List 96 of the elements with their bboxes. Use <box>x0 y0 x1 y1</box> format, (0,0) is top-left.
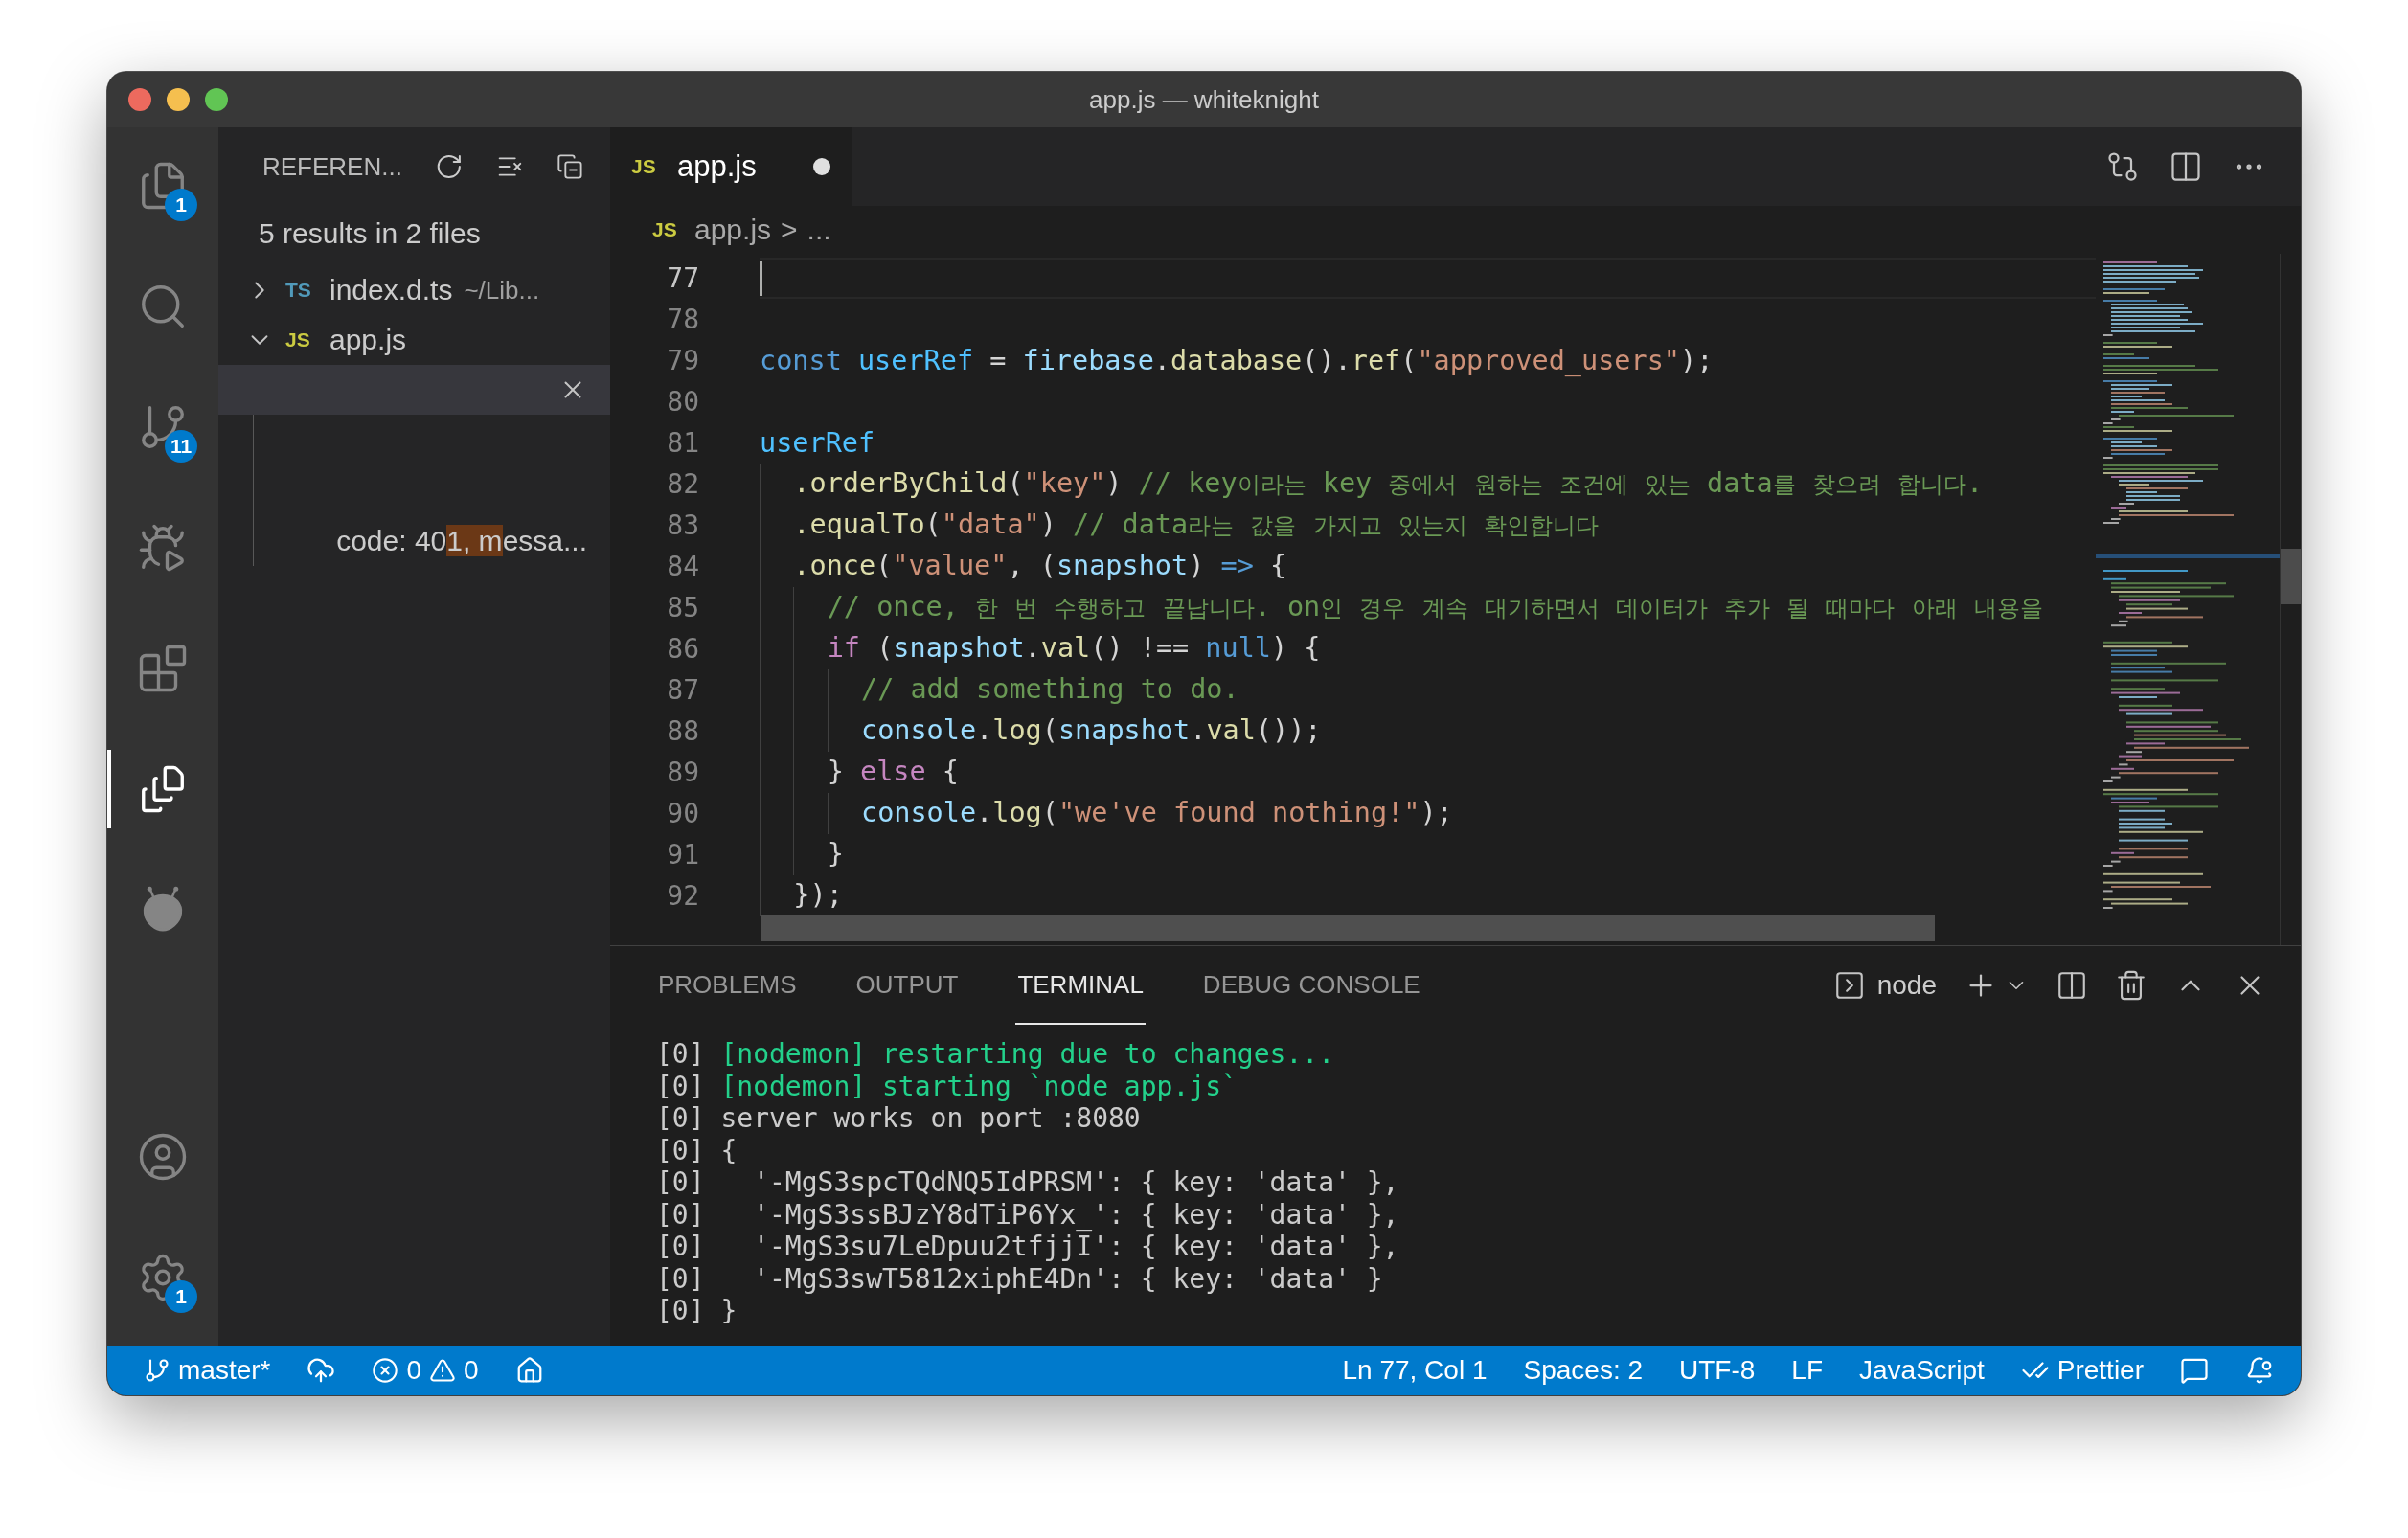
status-item[interactable]: LF <box>1791 1355 1824 1386</box>
line-number: 81 <box>666 427 699 459</box>
breadcrumb-item[interactable]: ... <box>806 214 831 246</box>
terminal-name[interactable]: node <box>1876 970 1937 1001</box>
branch-icon <box>144 1357 170 1384</box>
file-path: ~/Lib... <box>464 275 540 305</box>
error-icon <box>372 1357 399 1384</box>
terminal-line: [0] '-MgS3su7LeDpuu2tfjjI': { key: 'data' }, <box>656 1231 1400 1263</box>
reference-item[interactable]: code: 401, messa... <box>218 516 610 566</box>
count-badge: 1 <box>165 1280 197 1313</box>
line-number: 78 <box>666 304 699 335</box>
text-cursor <box>760 260 762 296</box>
close-window-button[interactable] <box>128 88 151 111</box>
file-type-label: TS <box>285 279 312 302</box>
line-number: 92 <box>666 880 699 912</box>
cloud-upload-icon[interactable] <box>307 1356 336 1385</box>
code-line: userRef <box>760 427 875 459</box>
minimize-window-button[interactable] <box>167 88 190 111</box>
terminal-line: [0] } <box>656 1295 738 1327</box>
code-line: // once, 한 번 수행하고 끝납니다. on인 경우 계속 대기하면서 데이터가 추가 될 때마다 아래 내용을 <box>760 587 2043 628</box>
file-name: index.d.ts <box>329 274 453 306</box>
branch-status[interactable]: master* <box>144 1355 271 1386</box>
panel-title: REFEREN... <box>262 151 402 182</box>
status-item[interactable]: Prettier <box>2020 1355 2144 1386</box>
status-text: Prettier <box>2056 1355 2144 1386</box>
line-number: 83 <box>666 509 699 541</box>
zoom-window-button[interactable] <box>205 88 228 111</box>
code-line: if (snapshot.val() !== null) { <box>760 628 1321 669</box>
line-number: 79 <box>666 345 699 376</box>
activity-bar-item[interactable]: 1 <box>107 1238 218 1317</box>
file-tree-item[interactable]: TS index.d.ts ~/Lib... <box>218 265 610 315</box>
line-number: 77 <box>666 262 699 294</box>
count-badge: 1 <box>165 189 197 221</box>
code-line: console.log(snapshot.val()); <box>760 711 1322 752</box>
line-number: 85 <box>666 592 699 623</box>
panel-tab[interactable]: TERMINAL <box>1015 946 1146 1025</box>
error-count: 0 <box>406 1355 422 1386</box>
line-number: 87 <box>666 674 699 706</box>
scrollbar-thumb[interactable] <box>2281 549 2301 604</box>
line-number: 88 <box>666 715 699 747</box>
code-line: // add something to do. <box>760 669 1239 711</box>
window-title: app.js — whiteknight <box>1089 84 1319 115</box>
status-item[interactable]: Spaces: 2 <box>1523 1355 1643 1386</box>
compare-icon[interactable] <box>2105 149 2140 184</box>
feedback-icon[interactable] <box>2180 1356 2209 1385</box>
warning-icon <box>429 1357 457 1384</box>
split-editor-icon[interactable] <box>2169 149 2203 184</box>
code-line: }); <box>760 875 843 916</box>
terminal-line: [0] '-MgS3ssBJzY8dTiP6Yx_': { key: 'data' }, <box>656 1198 1400 1231</box>
account-icon <box>137 1131 189 1183</box>
line-number: 82 <box>666 468 699 500</box>
bell-icon[interactable] <box>2245 1356 2274 1385</box>
activity-bar-item[interactable]: 11 <box>107 388 218 466</box>
file-tree-item[interactable]: JS app.js <box>218 315 610 365</box>
terminal-line: [0] [nodemon] restarting due to changes... <box>656 1038 1336 1071</box>
status-item[interactable]: JavaScript <box>1859 1355 1985 1386</box>
activity-bar-item[interactable]: 1 <box>107 147 218 225</box>
trash-icon[interactable] <box>2115 969 2147 1002</box>
reference-preview: code: 401, messa... <box>336 525 587 557</box>
panel-tab[interactable]: DEBUG CONSOLE <box>1200 946 1422 1025</box>
terminal-line: [0] [nodemon] starting `node app.js` <box>656 1070 1238 1102</box>
code-line: } <box>760 834 844 875</box>
code-line: const userRef = firebase.database().ref("approved_users"); <box>760 345 1714 376</box>
line-number: 84 <box>666 551 699 582</box>
line-number: 86 <box>666 633 699 665</box>
status-item[interactable]: UTF-8 <box>1679 1355 1756 1386</box>
count-badge: 11 <box>165 430 198 463</box>
terminal-line: [0] server works on port :8080 <box>656 1102 1142 1135</box>
panel-tab[interactable]: PROBLEMS <box>656 946 799 1025</box>
line-number: 80 <box>666 386 699 418</box>
problems-status[interactable]: 0 0 <box>372 1355 479 1386</box>
breadcrumb-item[interactable]: app.js <box>694 214 772 246</box>
status-item[interactable]: Ln 77, Col 1 <box>1342 1355 1488 1386</box>
warning-count: 0 <box>464 1355 479 1386</box>
breadcrumb-separator: > <box>781 214 798 246</box>
code-line: .equalTo("data") // data라는 값을 가지고 있는지 확인합니다 <box>760 505 1599 546</box>
code-line: .once("value", (snapshot) => { <box>760 546 1287 587</box>
editor-tab[interactable]: JS app.js <box>610 127 852 206</box>
results-summary: 5 results in 2 files <box>258 216 482 251</box>
file-name: app.js <box>329 324 407 356</box>
split-terminal-icon[interactable] <box>2056 969 2088 1002</box>
line-number: 89 <box>666 757 699 788</box>
line-number: 91 <box>666 839 699 871</box>
scrollbar-thumb[interactable] <box>761 915 1935 941</box>
code-line: } else { <box>760 752 959 793</box>
terminal-line: [0] { <box>656 1134 738 1166</box>
terminal-line: [0] '-MgS3swT5812xiphE4Dn': { key: 'data' } <box>656 1262 1384 1295</box>
code-line: console.log("we've found nothing!"); <box>760 793 1453 834</box>
blocks-icon <box>137 643 189 694</box>
file-type-label: JS <box>285 328 311 351</box>
file-type-label: JS <box>631 155 657 178</box>
terminal-line: [0] '-MgS3spcTQdNQ5IdPRSM': { key: 'data' }, <box>656 1166 1400 1199</box>
line-number: 90 <box>666 798 699 829</box>
code-line: .orderByChild("key") // key이라는 key 중에서 원하는 조건에 있는 data를 찾으려 합니다. <box>760 464 1984 505</box>
file-type-label: JS <box>652 218 678 241</box>
panel-tab[interactable]: OUTPUT <box>853 946 961 1025</box>
